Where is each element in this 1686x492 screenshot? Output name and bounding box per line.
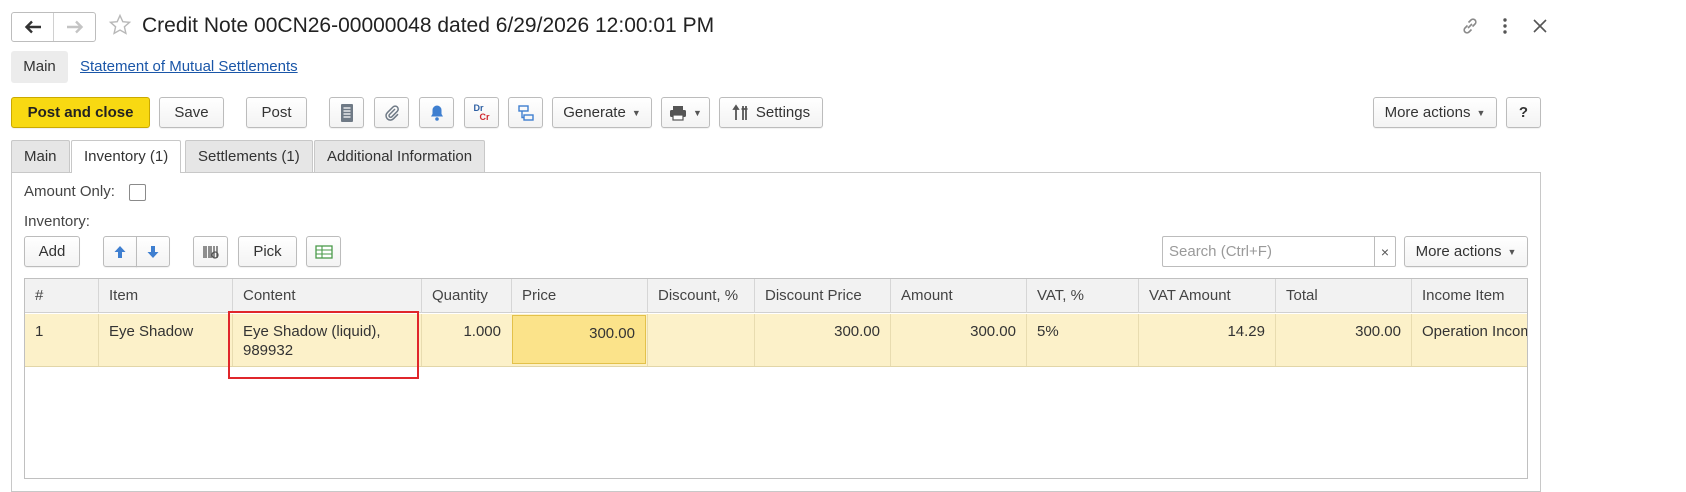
column-header-vat-amount[interactable]: VAT Amount: [1138, 279, 1275, 313]
document-list-icon: [340, 103, 353, 122]
chevron-down-icon: ▼: [1507, 246, 1517, 257]
arrow-left-icon: [24, 20, 41, 34]
barcode-button[interactable]: [193, 236, 228, 267]
column-header-total[interactable]: Total: [1275, 279, 1411, 313]
search-box: ×: [1162, 236, 1396, 267]
column-header-item[interactable]: Item: [98, 279, 232, 313]
inventory-more-actions-button[interactable]: More actions ▼: [1404, 236, 1528, 267]
barcode-icon: [202, 245, 219, 259]
cell-discount-pct[interactable]: [647, 314, 754, 366]
printer-icon: [670, 105, 687, 121]
inventory-more-actions-label: More actions: [1415, 243, 1502, 260]
tab-settlements[interactable]: Settlements (1): [185, 140, 313, 172]
post-button[interactable]: Post: [246, 97, 307, 128]
cr-label: Cr: [479, 111, 490, 122]
arrow-right-icon: [66, 20, 83, 34]
history-nav: [11, 12, 96, 42]
chevron-down-icon: ▼: [631, 107, 641, 118]
cell-income-item[interactable]: Operation Income: [1411, 314, 1527, 366]
content-cell-highlight: [228, 311, 419, 379]
column-header-income-item[interactable]: Income Item: [1411, 279, 1527, 313]
cell-number: 1: [35, 323, 44, 340]
dr-cr-button[interactable]: Dr Cr: [464, 97, 499, 128]
column-header-number[interactable]: #: [25, 279, 98, 313]
tab-additional-information[interactable]: Additional Information: [314, 140, 486, 172]
cell-vat-pct[interactable]: 5%: [1026, 314, 1138, 366]
page-title: Credit Note 00CN26-00000048 dated 6/29/2…: [142, 14, 715, 37]
move-down-button[interactable]: [136, 236, 170, 267]
add-button[interactable]: Add: [24, 236, 80, 267]
clear-search-button[interactable]: ×: [1374, 237, 1395, 266]
settings-label: Settings: [755, 104, 811, 121]
tab-main[interactable]: Main: [11, 140, 70, 172]
paperclip-icon: [384, 104, 399, 121]
tools-icon: [732, 103, 748, 120]
inventory-label: Inventory:: [24, 213, 90, 230]
close-icon[interactable]: [1530, 16, 1550, 36]
help-button[interactable]: ?: [1506, 97, 1541, 128]
column-header-amount[interactable]: Amount: [890, 279, 1026, 313]
more-actions-button[interactable]: More actions ▼: [1373, 97, 1497, 128]
table-edit-icon: [314, 244, 333, 259]
kebab-menu-icon[interactable]: [1495, 16, 1515, 36]
tab-inventory[interactable]: Inventory (1): [71, 140, 182, 173]
amount-only-checkbox[interactable]: [129, 184, 146, 201]
cell-discount-price[interactable]: 300.00: [754, 314, 890, 366]
generate-label: Generate: [563, 104, 626, 121]
reminder-button[interactable]: [419, 97, 454, 128]
column-header-quantity[interactable]: Quantity: [421, 279, 511, 313]
section-main[interactable]: Main: [11, 51, 68, 83]
hierarchy-icon: [517, 104, 534, 121]
mutual-settlements-link[interactable]: Statement of Mutual Settlements: [80, 51, 298, 83]
bell-icon: [430, 105, 443, 121]
cell-item[interactable]: Eye Shadow: [98, 314, 232, 366]
back-button[interactable]: [12, 13, 53, 41]
column-header-discount-price[interactable]: Discount Price: [754, 279, 890, 313]
more-actions-label: More actions: [1384, 104, 1471, 121]
cell-price[interactable]: 300.00: [512, 315, 646, 364]
column-header-price[interactable]: Price: [511, 279, 647, 313]
search-input[interactable]: [1163, 237, 1374, 266]
column-header-discount-pct[interactable]: Discount, %: [647, 279, 754, 313]
table-header: # Item Content Quantity Price Discount, …: [25, 279, 1527, 313]
fill-table-button[interactable]: [306, 236, 341, 267]
arrow-up-icon: [114, 245, 126, 258]
generate-button[interactable]: Generate ▼: [552, 97, 652, 128]
save-button[interactable]: Save: [159, 97, 224, 128]
arrow-down-icon: [147, 245, 159, 258]
chevron-down-icon: ▼: [693, 107, 702, 118]
settings-button[interactable]: Settings: [719, 97, 823, 128]
amount-only-label: Amount Only:: [24, 183, 115, 200]
print-button[interactable]: ▼: [661, 97, 710, 128]
move-up-button[interactable]: [103, 236, 137, 267]
pick-button[interactable]: Pick: [238, 236, 297, 267]
attach-button[interactable]: [374, 97, 409, 128]
post-and-close-button[interactable]: Post and close: [11, 97, 150, 128]
star-icon[interactable]: [108, 13, 132, 37]
forward-button[interactable]: [53, 13, 95, 41]
column-header-vat-pct[interactable]: VAT, %: [1026, 279, 1138, 313]
link-icon[interactable]: [1460, 16, 1480, 36]
cell-quantity[interactable]: 1.000: [421, 314, 511, 366]
cell-total[interactable]: 300.00: [1275, 314, 1411, 366]
cell-amount[interactable]: 300.00: [890, 314, 1026, 366]
column-header-content[interactable]: Content: [232, 279, 421, 313]
cell-vat-amount[interactable]: 14.29: [1138, 314, 1275, 366]
chevron-down-icon: ▼: [1476, 107, 1486, 118]
structure-button[interactable]: [508, 97, 543, 128]
journal-button[interactable]: [329, 97, 364, 128]
